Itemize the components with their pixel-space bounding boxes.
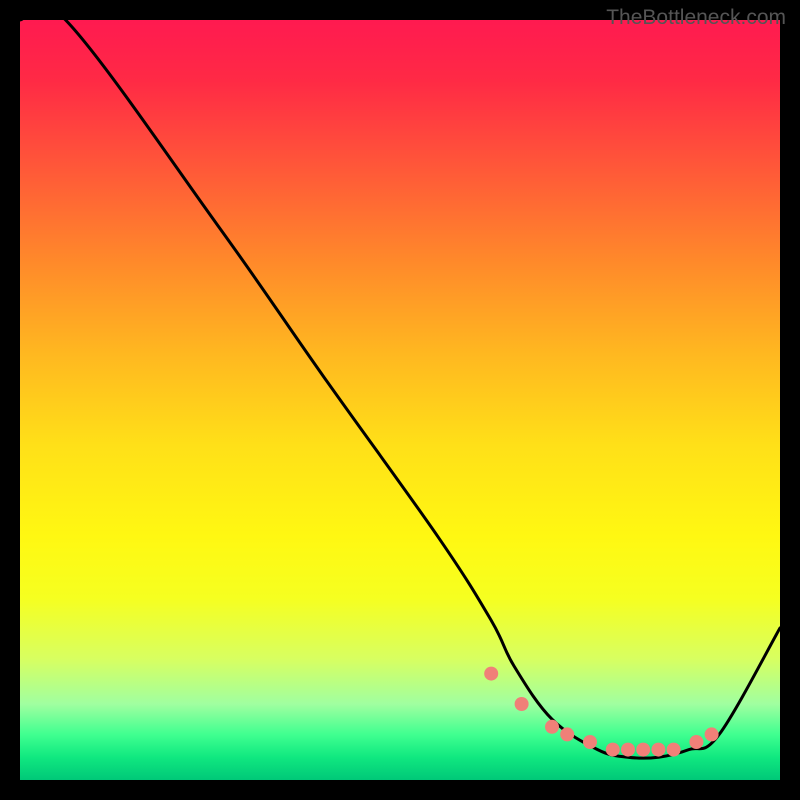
chart-marker	[636, 743, 650, 757]
chart-marker	[484, 667, 498, 681]
chart-marker	[583, 735, 597, 749]
chart-curve	[20, 20, 780, 758]
chart-marker	[705, 727, 719, 741]
chart-svg	[20, 20, 780, 780]
chart-marker	[689, 735, 703, 749]
chart-marker	[515, 697, 529, 711]
chart-marker	[545, 720, 559, 734]
chart-markers	[484, 667, 718, 757]
chart-marker	[606, 743, 620, 757]
chart-marker	[621, 743, 635, 757]
chart-plot-area	[20, 20, 780, 780]
chart-marker	[667, 743, 681, 757]
chart-marker	[560, 727, 574, 741]
chart-marker	[651, 743, 665, 757]
watermark-text: TheBottleneck.com	[606, 6, 786, 30]
